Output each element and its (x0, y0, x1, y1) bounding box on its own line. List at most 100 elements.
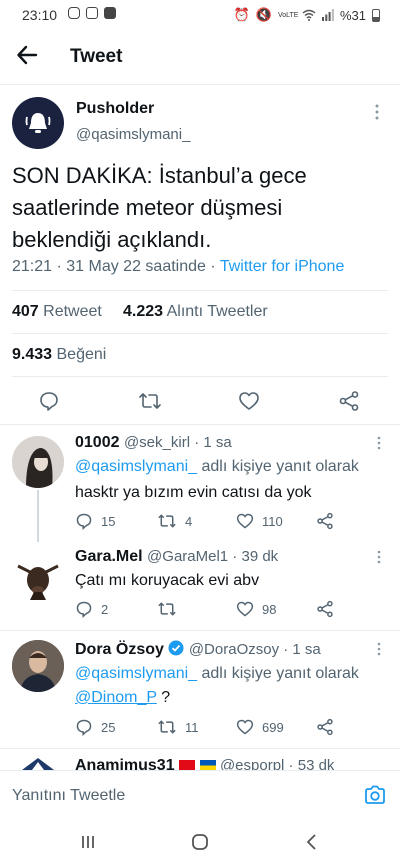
reply-retweet-button[interactable]: 11 (157, 718, 199, 736)
replying-to-suffix: adlı kişiye yanıt olarak (197, 458, 359, 475)
share-icon (317, 600, 333, 618)
like-button[interactable] (238, 390, 262, 414)
author-name[interactable]: Pusholder (76, 100, 154, 118)
profile-photo (12, 436, 64, 488)
reply-compose-bar[interactable]: Yanıtını Tweetle (0, 770, 400, 822)
retweet-icon (158, 720, 176, 734)
reply-text: @Dinom_P ? (75, 689, 170, 707)
reply-author-handle[interactable]: @esporpl (220, 757, 284, 770)
reply-text-suffix: ? (156, 689, 171, 706)
comment-icon (76, 719, 92, 736)
status-right: ⏰ 🔇 VoLTE %31 (234, 7, 380, 23)
retweet-button[interactable] (138, 390, 162, 414)
reply-reply-button[interactable]: 2 (75, 600, 108, 618)
reply-like-button[interactable]: 699 (236, 718, 284, 736)
camera-icon (365, 785, 385, 804)
reply-button[interactable] (38, 390, 62, 414)
reply-avatar[interactable] (12, 756, 64, 770)
back-button[interactable] (16, 44, 38, 66)
recents-icon (82, 836, 94, 848)
reply-author-name[interactable]: Dora Özsoy (75, 641, 164, 658)
reply-reply-button[interactable]: 15 (75, 512, 115, 530)
reply-avatar[interactable] (12, 436, 64, 488)
quote-label: Alıntı Tweetler (166, 303, 268, 320)
more-vertical-icon (377, 550, 381, 564)
mute-icon: 🔇 (255, 7, 272, 22)
retweet-count: 4 (185, 513, 193, 529)
like-label: Beğeni (56, 346, 107, 363)
reply-count: 15 (101, 513, 116, 529)
system-nav-bar (0, 822, 400, 866)
retweet-count: 407 (12, 303, 39, 320)
author-handle[interactable]: @qasimslymani_ (76, 126, 190, 143)
retweet-label: Retweet (43, 303, 102, 320)
reply-more-button[interactable] (376, 642, 382, 656)
reply-retweet-button[interactable]: 4 (157, 512, 192, 530)
turkey-flag-icon (179, 760, 196, 770)
mention-link[interactable]: @qasimslymani_ (75, 665, 197, 682)
reply-time: · 1 sa (279, 641, 321, 658)
wifi-icon (302, 9, 316, 21)
arrow-left-icon (17, 45, 38, 65)
like-count: 9.433 (12, 346, 53, 363)
back-nav-button[interactable] (305, 833, 317, 851)
like-stats[interactable]: 9.433 Beğeni (12, 346, 106, 364)
reply-author-handle[interactable]: @DoraOzsoy (189, 641, 279, 658)
reply-author-name[interactable]: Anamimus31 (75, 757, 175, 770)
camera-button[interactable] (364, 785, 386, 805)
tweet-source[interactable]: Twitter for iPhone (220, 258, 345, 275)
share-button[interactable] (338, 390, 362, 414)
reply-divider (0, 748, 400, 749)
compose-input[interactable]: Yanıtını Tweetle (12, 787, 125, 805)
reply-avatar[interactable] (12, 552, 64, 604)
bull-avatar (12, 552, 64, 604)
header-divider (0, 84, 400, 85)
reply-time: · 53 dk (284, 757, 335, 770)
reply-text: hasktr ya bızım evin catısı da yok (75, 484, 312, 501)
retweet-icon (139, 393, 161, 409)
reply-time: · 39 dk (228, 548, 279, 565)
profile-photo (12, 640, 64, 692)
reply-like-button[interactable]: 98 (236, 600, 276, 618)
tweet-actions (0, 382, 400, 418)
reply-avatar[interactable] (12, 640, 64, 692)
reply-share-button[interactable] (316, 512, 334, 530)
reply-more-button[interactable] (376, 436, 382, 450)
retweet-stats[interactable]: 407 Retweet (12, 303, 102, 321)
reply-share-button[interactable] (316, 718, 334, 736)
mention-link[interactable]: @qasimslymani_ (75, 458, 197, 475)
quote-stats[interactable]: 4.223 Alıntı Tweetler (123, 303, 268, 321)
recent-apps-button[interactable] (80, 834, 96, 850)
reply-share-button[interactable] (316, 600, 334, 618)
share-icon (339, 391, 359, 411)
retweet-icon (158, 514, 176, 528)
comment-icon (40, 392, 58, 411)
home-button[interactable] (191, 833, 209, 851)
author-avatar[interactable] (12, 97, 64, 149)
comment-icon (76, 601, 92, 618)
tweet-timestamp[interactable]: 21:21 · 31 May 22 saatinde · (12, 258, 220, 275)
battery-icon (372, 8, 380, 22)
reply-author-name[interactable]: Gara.Mel (75, 548, 143, 565)
more-vertical-icon (377, 642, 381, 656)
chevron-left-icon (306, 834, 316, 850)
tweet-meta: 21:21 · 31 May 22 saatinde · Twitter for… (12, 258, 344, 276)
retweet-count: 11 (185, 719, 199, 735)
reply-author-handle[interactable]: @sek_kirl (124, 434, 190, 451)
reply-author-name[interactable]: 01002 (75, 434, 120, 451)
reply-reply-button[interactable]: 25 (75, 718, 115, 736)
reply-author-handle[interactable]: @GaraMel1 (147, 548, 228, 565)
stats-divider-bottom (12, 376, 388, 377)
like-count: 98 (262, 601, 277, 617)
retweet-icon (158, 602, 176, 616)
gallery-icon (86, 7, 98, 19)
reply-text: Çatı mı koruyacak evi abv (75, 572, 260, 589)
reply-retweet-button[interactable] (157, 600, 185, 618)
tweet-more-button[interactable] (374, 104, 380, 120)
mention-link[interactable]: @Dinom_P (75, 689, 157, 706)
replying-to: @qasimslymani_ adlı kişiye yanıt olarak (75, 458, 359, 476)
reply-like-button[interactable]: 110 (236, 512, 283, 530)
verified-badge-icon (168, 640, 184, 656)
reply-header: Dora Özsoy @DoraOzsoy · 1 sa (75, 640, 321, 659)
reply-more-button[interactable] (376, 550, 382, 564)
